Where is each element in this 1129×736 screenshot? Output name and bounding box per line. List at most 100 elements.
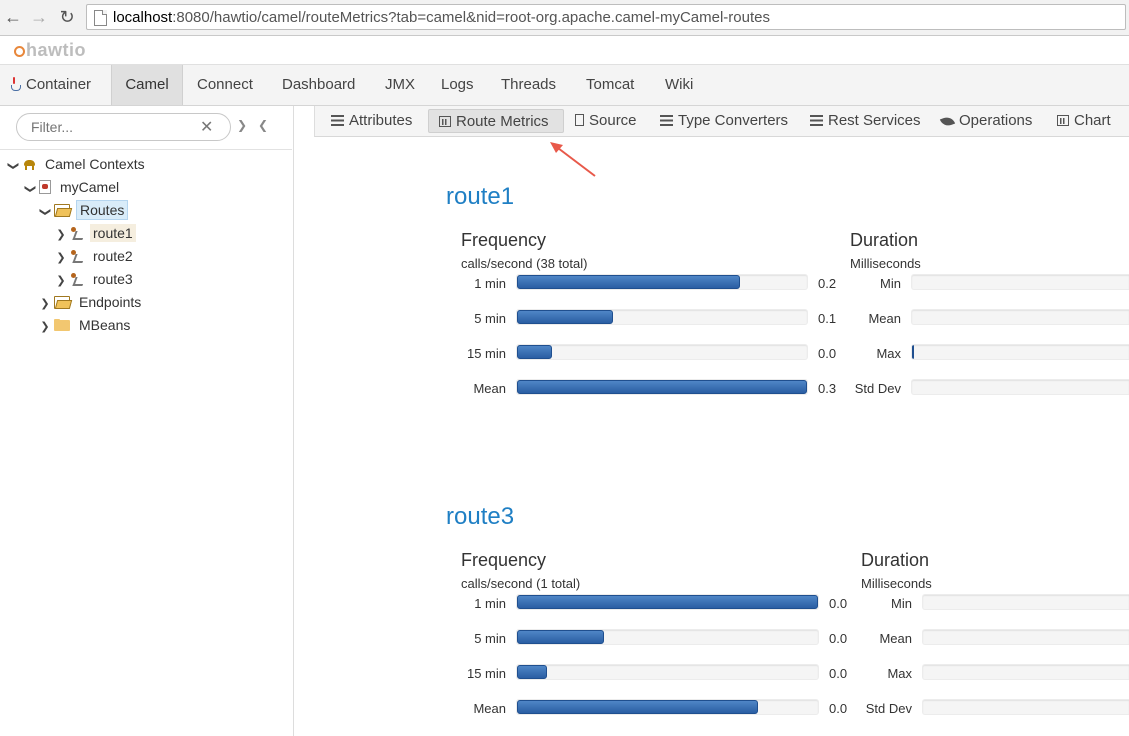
- address-bar[interactable]: localhost:8080/hawtio/camel/routeMetrics…: [86, 4, 1126, 30]
- list-icon: [331, 115, 344, 126]
- frequency-title: Frequency: [461, 550, 547, 570]
- nav-item-connect[interactable]: Connect: [197, 65, 253, 105]
- frequency-bar: [517, 665, 548, 679]
- tree-item-routes[interactable]: ❯ Routes: [38, 199, 129, 221]
- tree-item-mycamel[interactable]: ❯ myCamel: [23, 176, 122, 198]
- tree-item-endpoints[interactable]: ❯ Endpoints: [38, 291, 144, 313]
- chevron-right-icon[interactable]: ❯: [38, 293, 52, 315]
- nav-item-jmx[interactable]: JMX: [385, 65, 415, 105]
- tree-item-camel-contexts[interactable]: ❯ Camel Contexts: [6, 153, 148, 175]
- tab-source[interactable]: Source: [575, 109, 637, 133]
- hawtio-logo-icon: [14, 46, 25, 57]
- nav-item-logs[interactable]: Logs: [441, 65, 474, 105]
- url-text: localhost:8080/hawtio/camel/routeMetrics…: [113, 9, 770, 26]
- duration-bar-track: [911, 379, 1129, 395]
- duration-title: Duration: [850, 230, 919, 250]
- duration-row-label: Max: [887, 666, 912, 681]
- route-title: route1: [446, 183, 515, 210]
- duration-bar-track: [922, 629, 1129, 645]
- duration-subtitle: Milliseconds: [850, 256, 921, 271]
- page-icon: [94, 10, 107, 26]
- duration-bar: [912, 345, 915, 359]
- tree-item-route3[interactable]: ❯ route3: [54, 268, 136, 290]
- reload-button[interactable]: ↻: [57, 6, 77, 28]
- route-title: route3: [446, 503, 515, 530]
- frequency-bar-track: [516, 379, 808, 395]
- leaf-icon: [939, 115, 956, 128]
- duration-bar-track: [922, 594, 1129, 610]
- frequency-bar-track: [516, 664, 819, 680]
- frequency-value: 0.0: [818, 346, 837, 361]
- nav-item-dashboard[interactable]: Dashboard: [282, 65, 355, 105]
- tab-attributes[interactable]: Attributes: [331, 109, 412, 133]
- nav-item-camel[interactable]: Camel: [111, 65, 183, 105]
- chevron-down-icon[interactable]: ❯: [19, 182, 41, 196]
- java-icon: [10, 77, 21, 91]
- chevron-right-icon[interactable]: ❯: [54, 224, 68, 246]
- list-icon: [810, 115, 823, 126]
- tab-chart[interactable]: Chart: [1057, 109, 1111, 133]
- subtabs: Attributes Route Metrics Source Type Con…: [314, 106, 1129, 137]
- app-header: hawtio: [0, 36, 1129, 65]
- folder-open-icon: [54, 296, 70, 309]
- duration-row-label: Std Dev: [865, 701, 912, 716]
- frequency-bar: [517, 595, 818, 609]
- frequency-bar-track: [516, 629, 819, 645]
- frequency-value: 0.0: [829, 596, 848, 611]
- hawtio-logo[interactable]: hawtio: [14, 40, 86, 61]
- folder-open-icon: [54, 204, 70, 217]
- chevron-right-icon[interactable]: ❯: [54, 247, 68, 269]
- duration-row-label: Max: [876, 346, 901, 361]
- tab-route-metrics[interactable]: Route Metrics: [428, 109, 564, 133]
- frequency-value: 0.1: [818, 311, 837, 326]
- forward-button[interactable]: →: [29, 6, 49, 28]
- close-icon[interactable]: ✕: [200, 117, 213, 137]
- frequency-subtitle: calls/second (1 total): [461, 576, 581, 591]
- chevron-down-icon[interactable]: ❯: [237, 118, 247, 132]
- browser-toolbar: ← → ↻ localhost:8080/hawtio/camel/routeM…: [0, 0, 1129, 36]
- frequency-bar: [517, 380, 807, 394]
- duration-row-label: Std Dev: [854, 381, 901, 396]
- frequency-row-label: 5 min: [474, 311, 506, 326]
- tab-type-converters[interactable]: Type Converters: [660, 109, 788, 133]
- nav-item-wiki[interactable]: Wiki: [665, 65, 693, 105]
- frequency-value: 0.0: [829, 666, 848, 681]
- chevron-down-icon[interactable]: ❯: [34, 205, 56, 219]
- frequency-value: 0.0: [829, 631, 848, 646]
- frequency-row-label: 1 min: [474, 276, 506, 291]
- route-icon: [70, 249, 84, 263]
- nav-item-threads[interactable]: Threads: [501, 65, 556, 105]
- nav-item-container[interactable]: Container: [10, 65, 91, 105]
- tree-item-route1[interactable]: ❯ route1: [54, 222, 136, 244]
- duration-bar-track: [922, 664, 1129, 680]
- back-button[interactable]: ←: [3, 6, 23, 28]
- nav-item-tomcat[interactable]: Tomcat: [586, 65, 634, 105]
- chevron-right-icon[interactable]: ❯: [54, 270, 68, 292]
- frequency-row-label: 5 min: [474, 631, 506, 646]
- frequency-bar-track: [516, 344, 808, 360]
- filter-input[interactable]: [16, 113, 231, 141]
- tree-item-route2[interactable]: ❯ route2: [54, 245, 136, 267]
- camel-icon: [22, 157, 38, 171]
- file-icon: [575, 114, 584, 126]
- frequency-row-label: 15 min: [466, 346, 506, 361]
- duration-bar-track: [922, 699, 1129, 715]
- duration-row-label: Min: [891, 596, 912, 611]
- bar-chart-icon: [1057, 115, 1069, 126]
- chevron-down-icon[interactable]: ❯: [2, 159, 24, 173]
- tab-operations[interactable]: Operations: [939, 109, 1032, 133]
- frequency-value: 0.0: [829, 701, 848, 716]
- duration-bar-track: [911, 309, 1129, 325]
- annotation-arrow: [550, 142, 596, 177]
- tree-item-mbeans[interactable]: ❯ MBeans: [38, 314, 133, 336]
- frequency-row-label: 15 min: [466, 666, 506, 681]
- frequency-row-label: Mean: [473, 381, 506, 396]
- tab-rest-services[interactable]: Rest Services: [810, 109, 921, 133]
- reload-icon: ↻: [59, 7, 75, 27]
- duration-row-label: Mean: [879, 631, 912, 646]
- frequency-bar: [517, 345, 552, 359]
- sidebar: ✕ ❯ ❮ ❯Camel Contexts ❯myCamel ❯Routes ❯…: [0, 106, 294, 736]
- chevron-right-icon[interactable]: ❯: [38, 316, 52, 338]
- list-icon: [660, 115, 673, 126]
- chevron-up-icon[interactable]: ❮: [258, 118, 268, 132]
